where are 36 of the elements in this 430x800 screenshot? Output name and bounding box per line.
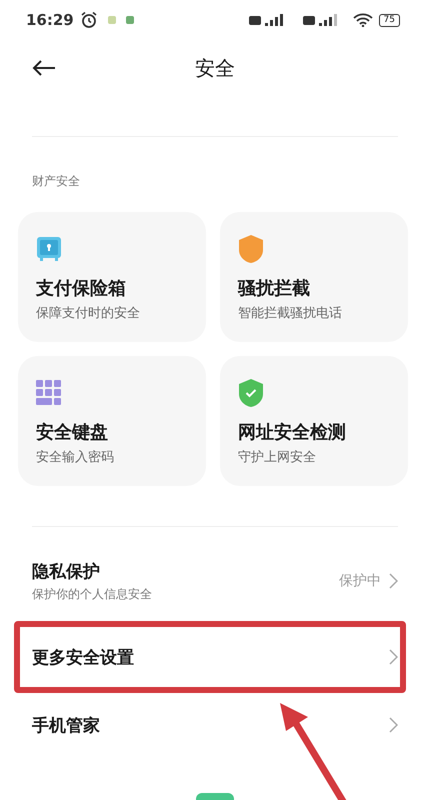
notification-icon [126, 16, 134, 24]
card-title: 支付保险箱 [36, 277, 126, 300]
settings-row[interactable]: 更多安全设置 [14, 621, 406, 693]
feature-card[interactable]: 网址安全检测 守护上网安全 [220, 356, 408, 486]
alarm-clock-icon [80, 11, 98, 29]
wifi-icon [352, 13, 373, 27]
settings-row[interactable]: 手机管家 [32, 693, 398, 757]
settings-row[interactable]: 隐私保护 保护你的个人信息安全 保护中 [32, 541, 398, 621]
card-subtitle: 安全输入密码 [36, 449, 114, 466]
shield-check-icon [238, 378, 264, 408]
page-title: 安全 [195, 54, 235, 82]
feature-card[interactable]: 支付保险箱 保障支付时的安全 [18, 212, 206, 342]
card-title: 安全键盘 [36, 421, 108, 444]
notification-icon [108, 16, 116, 24]
chevron-right-icon [389, 649, 398, 665]
feature-card[interactable]: 骚扰拦截 智能拦截骚扰电话 [220, 212, 408, 342]
battery-icon: 75 [378, 14, 400, 26]
row-value: 保护中 [339, 572, 381, 590]
card-title: 骚扰拦截 [238, 277, 310, 300]
safe-icon [36, 234, 62, 264]
section-label: 财产安全 [31, 173, 81, 190]
card-title: 网址安全检测 [238, 421, 346, 444]
status-time: 16:29 [26, 11, 74, 29]
chevron-right-icon [389, 717, 398, 733]
card-subtitle: 智能拦截骚扰电话 [238, 305, 342, 322]
shield-icon [238, 234, 264, 264]
feature-card[interactable]: 安全键盘 安全输入密码 [18, 356, 206, 486]
row-subtitle: 保护你的个人信息安全 [32, 586, 153, 602]
chevron-right-icon [389, 573, 398, 589]
row-title: 更多安全设置 [32, 646, 135, 668]
back-arrow-icon[interactable] [32, 59, 56, 77]
card-subtitle: 保障支付时的安全 [36, 305, 140, 322]
card-subtitle: 守护上网安全 [238, 449, 316, 466]
keypad-icon [36, 378, 62, 408]
row-title: 隐私保护 [32, 560, 101, 582]
row-title: 手机管家 [32, 714, 101, 736]
